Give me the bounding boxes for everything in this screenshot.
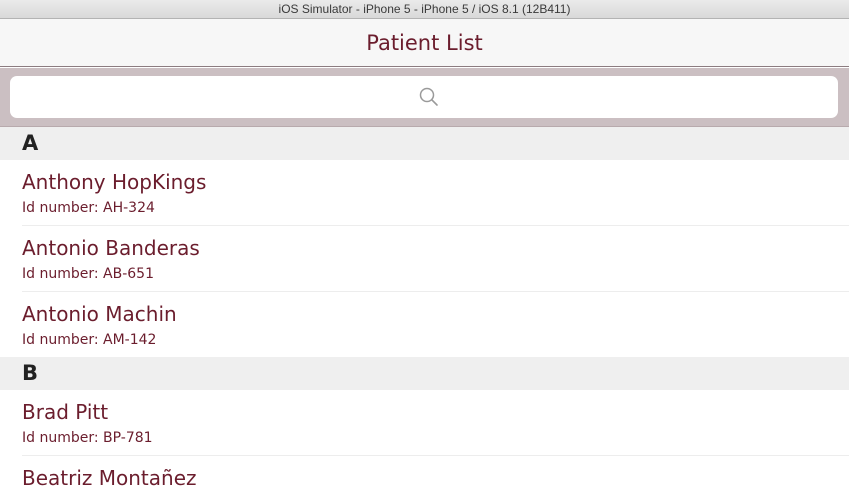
patient-id: Id number: AH-324 xyxy=(22,200,155,216)
list-item[interactable]: Antonio Banderas Id number: AB-651 xyxy=(0,226,849,292)
section-letter: B xyxy=(22,361,39,385)
patient-list: A Anthony HopKings Id number: AH-324 Ant… xyxy=(0,127,849,499)
patient-id: Id number: AB-651 xyxy=(22,266,154,282)
section-header-a: A xyxy=(0,127,849,160)
search-input[interactable] xyxy=(10,76,838,118)
search-bar xyxy=(0,68,849,127)
patient-name: Anthony HopKings xyxy=(22,170,207,194)
window-title: iOS Simulator - iPhone 5 - iPhone 5 / iO… xyxy=(278,2,571,16)
patient-name: Beatriz Montañez xyxy=(22,466,197,490)
section-letter: A xyxy=(22,131,39,155)
search-icon xyxy=(419,87,438,106)
list-item[interactable]: Anthony HopKings Id number: AH-324 xyxy=(0,160,849,226)
patient-id: Id number: BP-781 xyxy=(22,430,153,446)
patient-name: Antonio Machin xyxy=(22,302,177,326)
section-header-b: B xyxy=(0,357,849,390)
list-item[interactable]: Antonio Machin Id number: AM-142 xyxy=(0,292,849,357)
patient-id: Id number: AM-142 xyxy=(22,332,157,348)
list-item[interactable]: Brad Pitt Id number: BP-781 xyxy=(0,390,849,456)
patient-name: Brad Pitt xyxy=(22,400,109,424)
patient-name: Antonio Banderas xyxy=(22,236,200,260)
navigation-bar: Patient List xyxy=(0,19,849,67)
page-title: Patient List xyxy=(366,31,483,55)
list-item[interactable]: Beatriz Montañez xyxy=(0,456,849,499)
simulator-title-bar: iOS Simulator - iPhone 5 - iPhone 5 / iO… xyxy=(0,0,849,19)
